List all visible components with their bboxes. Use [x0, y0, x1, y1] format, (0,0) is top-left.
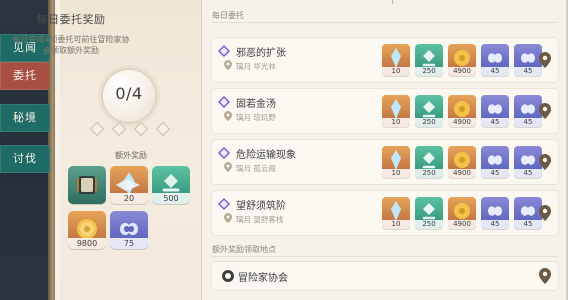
reward-mora[interactable]: 4900	[448, 44, 476, 76]
navigate-pin-icon[interactable]	[538, 205, 552, 221]
quest-icon	[218, 96, 230, 108]
reward-mora[interactable]: 4900	[448, 197, 476, 229]
navigate-pin-icon[interactable]	[538, 268, 552, 284]
reward-quantity: 4900	[448, 67, 476, 76]
commission-info: 邪恶的扩张 璃月 华光林	[218, 44, 378, 76]
reward-primogem[interactable]: 10	[382, 44, 410, 76]
extra-reward-primogem[interactable]: 20	[110, 166, 148, 204]
extra-reward-item-1[interactable]	[68, 166, 106, 204]
reward-adventure-exp[interactable]: 250	[415, 95, 443, 127]
reward-quantity: 45	[481, 118, 509, 127]
daily-commissions-header: 每日委托	[212, 11, 244, 20]
extra-reward-adventure-exp[interactable]: 500	[152, 166, 190, 204]
reward-quantity: 45	[481, 169, 509, 178]
extra-point-header: 额外奖励领取地点	[212, 245, 276, 254]
tab-label: 委托	[13, 69, 37, 82]
reward-primogem[interactable]: 10	[382, 95, 410, 127]
navigate-pin-icon[interactable]	[538, 154, 552, 170]
header-divider	[212, 22, 558, 23]
reward-quantity: 250	[415, 169, 443, 178]
location-pin-icon	[224, 111, 232, 121]
commission-info: 固若金汤 璃月 琼玑野	[218, 95, 378, 127]
extra-reward-mora[interactable]: 9800	[68, 211, 106, 249]
reward-quantity: 45	[514, 118, 542, 127]
reward-primogem[interactable]: 10	[382, 146, 410, 178]
reward-primogem[interactable]: 10	[382, 197, 410, 229]
commission-title: 危险运输现象	[236, 150, 296, 161]
reward-quantity: 45	[514, 220, 542, 229]
reward-companionship-exp[interactable]: 45	[481, 197, 509, 229]
scroll-icon	[77, 176, 97, 194]
location-pin-icon	[224, 213, 232, 223]
extra-rewards-title: 额外奖励	[115, 151, 147, 160]
commission-info: 望舒须筑阶 璃月 望舒客栈	[218, 197, 378, 229]
guild-icon	[222, 270, 234, 282]
tab-label: 讨伐	[13, 152, 37, 165]
navigate-pin-icon[interactable]	[538, 52, 552, 68]
tab-bosses[interactable]: 讨伐	[0, 145, 50, 173]
reward-quantity: 45	[481, 220, 509, 229]
top-tick	[392, 0, 393, 4]
navigate-pin-icon[interactable]	[538, 103, 552, 119]
daily-reward-description: 每日完成4项委托可前往冒险家协会领取额外奖励	[12, 35, 130, 55]
commission-location: 璃月 华光林	[236, 62, 276, 71]
commission-title: 固若金汤	[236, 99, 276, 110]
header-divider	[212, 256, 558, 257]
reward-quantity: 250	[415, 67, 443, 76]
reward-quantity: 4900	[448, 220, 476, 229]
commission-title: 邪恶的扩张	[236, 48, 286, 59]
tab-domains[interactable]: 秘境	[0, 104, 50, 132]
commission-row[interactable]: 邪恶的扩张 璃月 华光林 10 250 4900 45 45	[212, 38, 558, 82]
commission-location: 璃月 望舒客栈	[236, 215, 284, 224]
commission-location: 璃月 孤云阁	[236, 164, 276, 173]
quest-icon	[218, 198, 230, 210]
extra-point-label: 冒险家协会	[238, 273, 288, 284]
commission-row[interactable]: 危险运输现象 璃月 孤云阁 10 250 4900 45 45	[212, 140, 558, 184]
commission-title: 望舒须筑阶	[236, 201, 286, 212]
commission-row[interactable]: 望舒须筑阶 璃月 望舒客栈 10 250 4900 45 45	[212, 191, 558, 235]
commission-rewards: 10 250 4900 45 45	[382, 44, 542, 76]
reward-quantity: 9800	[68, 238, 106, 249]
reward-quantity: 10	[382, 220, 410, 229]
reward-quantity: 4900	[448, 118, 476, 127]
reward-companionship-exp[interactable]: 45	[481, 95, 509, 127]
reward-quantity: 45	[481, 67, 509, 76]
location-pin-icon	[224, 162, 232, 172]
commission-location: 璃月 琼玑野	[236, 113, 276, 122]
quest-icon	[218, 45, 230, 57]
extra-point-row[interactable]: 冒险家协会	[212, 262, 558, 290]
reward-quantity: 45	[514, 169, 542, 178]
reward-adventure-exp[interactable]: 250	[415, 146, 443, 178]
reward-adventure-exp[interactable]: 250	[415, 197, 443, 229]
reward-quantity: 4900	[448, 169, 476, 178]
reward-quantity: 10	[382, 118, 410, 127]
reward-quantity: 500	[152, 193, 190, 204]
reward-quantity: 20	[110, 193, 148, 204]
reward-quantity: 75	[110, 238, 148, 249]
commission-rewards: 10 250 4900 45 45	[382, 146, 542, 178]
reward-mora[interactable]: 4900	[448, 146, 476, 178]
commission-rewards: 10 250 4900 45 45	[382, 95, 542, 127]
reward-quantity: 10	[382, 67, 410, 76]
daily-progress-text: 0/4	[115, 84, 143, 103]
reward-quantity: 250	[415, 220, 443, 229]
daily-progress-circle: 0/4	[103, 70, 155, 122]
tab-label: 秘境	[13, 111, 37, 124]
reward-quantity: 45	[514, 67, 542, 76]
location-pin-icon	[224, 60, 232, 70]
reward-companionship-exp[interactable]: 45	[481, 44, 509, 76]
commission-rewards: 10 250 4900 45 45	[382, 197, 542, 229]
reward-quantity: 250	[415, 118, 443, 127]
reward-quantity: 10	[382, 169, 410, 178]
quest-icon	[218, 147, 230, 159]
tab-commissions[interactable]: 委托	[0, 62, 50, 90]
commission-info: 危险运输现象 璃月 孤云阁	[218, 146, 378, 178]
daily-reward-title: 每日委托奖励	[36, 13, 106, 26]
extra-reward-companionship-exp[interactable]: 75	[110, 211, 148, 249]
reward-mora[interactable]: 4900	[448, 95, 476, 127]
commission-row[interactable]: 固若金汤 璃月 琼玑野 10 250 4900 45 45	[212, 89, 558, 133]
reward-adventure-exp[interactable]: 250	[415, 44, 443, 76]
reward-companionship-exp[interactable]: 45	[481, 146, 509, 178]
